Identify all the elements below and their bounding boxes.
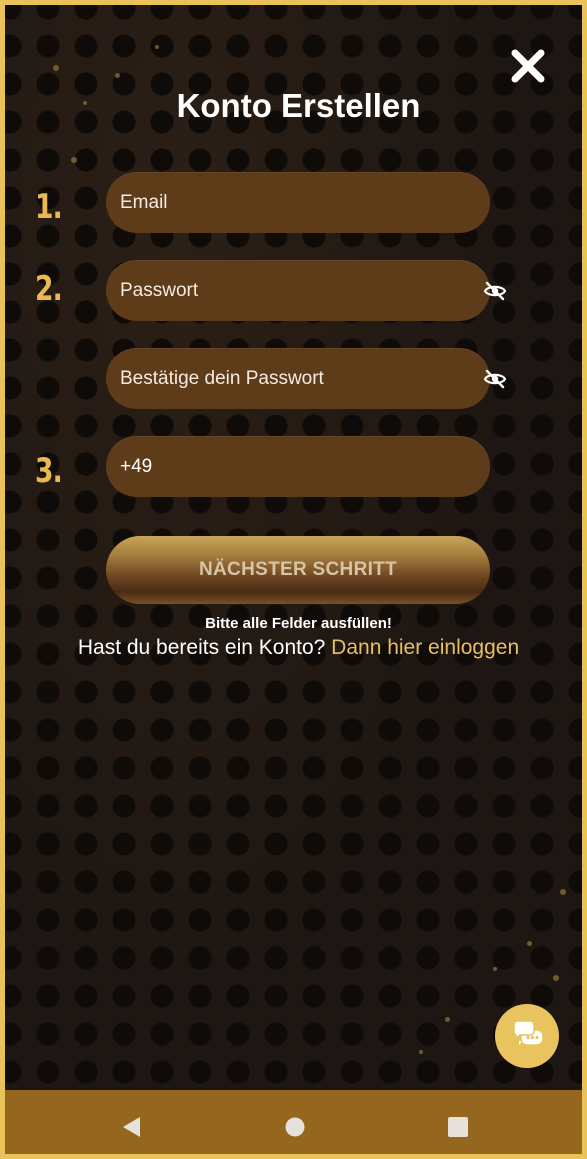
decorative-sparkle: [445, 1017, 450, 1022]
decorative-sparkle: [527, 941, 532, 946]
email-field[interactable]: [106, 172, 490, 233]
password-field-container: [106, 260, 490, 321]
phone-field[interactable]: [106, 436, 490, 497]
form-hint: Bitte alle Felder ausfüllen!: [205, 615, 392, 632]
close-icon: [511, 49, 545, 83]
chat-button[interactable]: [495, 1004, 559, 1068]
login-prompt-text: Hast du bereits ein Konto?: [77, 636, 332, 659]
password-field[interactable]: [106, 260, 490, 321]
system-navigation-bar: [5, 1090, 582, 1154]
confirm-password-field[interactable]: [106, 348, 490, 409]
eye-off-icon: [483, 281, 507, 301]
decorative-sparkle: [419, 1050, 423, 1054]
login-link[interactable]: Dann hier einloggen: [331, 636, 519, 659]
back-icon: [123, 1117, 140, 1137]
toggle-password-visibility-button[interactable]: [483, 279, 507, 303]
decorative-sparkle: [560, 889, 566, 895]
next-step-button[interactable]: NÄCHSTER SCHRITT: [106, 536, 490, 604]
toggle-confirm-password-visibility-button[interactable]: [483, 367, 507, 391]
step-number-2: 2.: [35, 269, 63, 309]
login-prompt: Hast du bereits ein Konto? Dann hier ein…: [5, 636, 582, 660]
page-title: Konto Erstellen: [176, 87, 421, 124]
decorative-sparkle: [553, 975, 559, 981]
home-button[interactable]: [284, 1116, 306, 1138]
step-number-1: 1.: [35, 187, 63, 227]
chat-bubbles-icon: [513, 1020, 544, 1046]
step-number-3: 3.: [35, 451, 63, 491]
decorative-sparkle: [115, 73, 120, 78]
decorative-sparkle: [71, 157, 77, 163]
home-icon: [285, 1117, 305, 1137]
back-button[interactable]: [119, 1114, 145, 1140]
email-field-container: [106, 172, 490, 233]
phone-field-container: [106, 436, 490, 497]
recents-button[interactable]: [447, 1116, 469, 1138]
decorative-sparkle: [53, 65, 59, 71]
confirm-password-field-container: [106, 348, 490, 409]
eye-off-icon: [483, 369, 507, 389]
decorative-sparkle: [155, 45, 159, 49]
close-button[interactable]: [507, 45, 549, 87]
recents-icon: [448, 1117, 468, 1137]
decorative-sparkle: [493, 967, 497, 971]
app-screen: Konto Erstellen 1. 2. 3. NÄCHSTER SCHRIT…: [0, 0, 587, 1159]
